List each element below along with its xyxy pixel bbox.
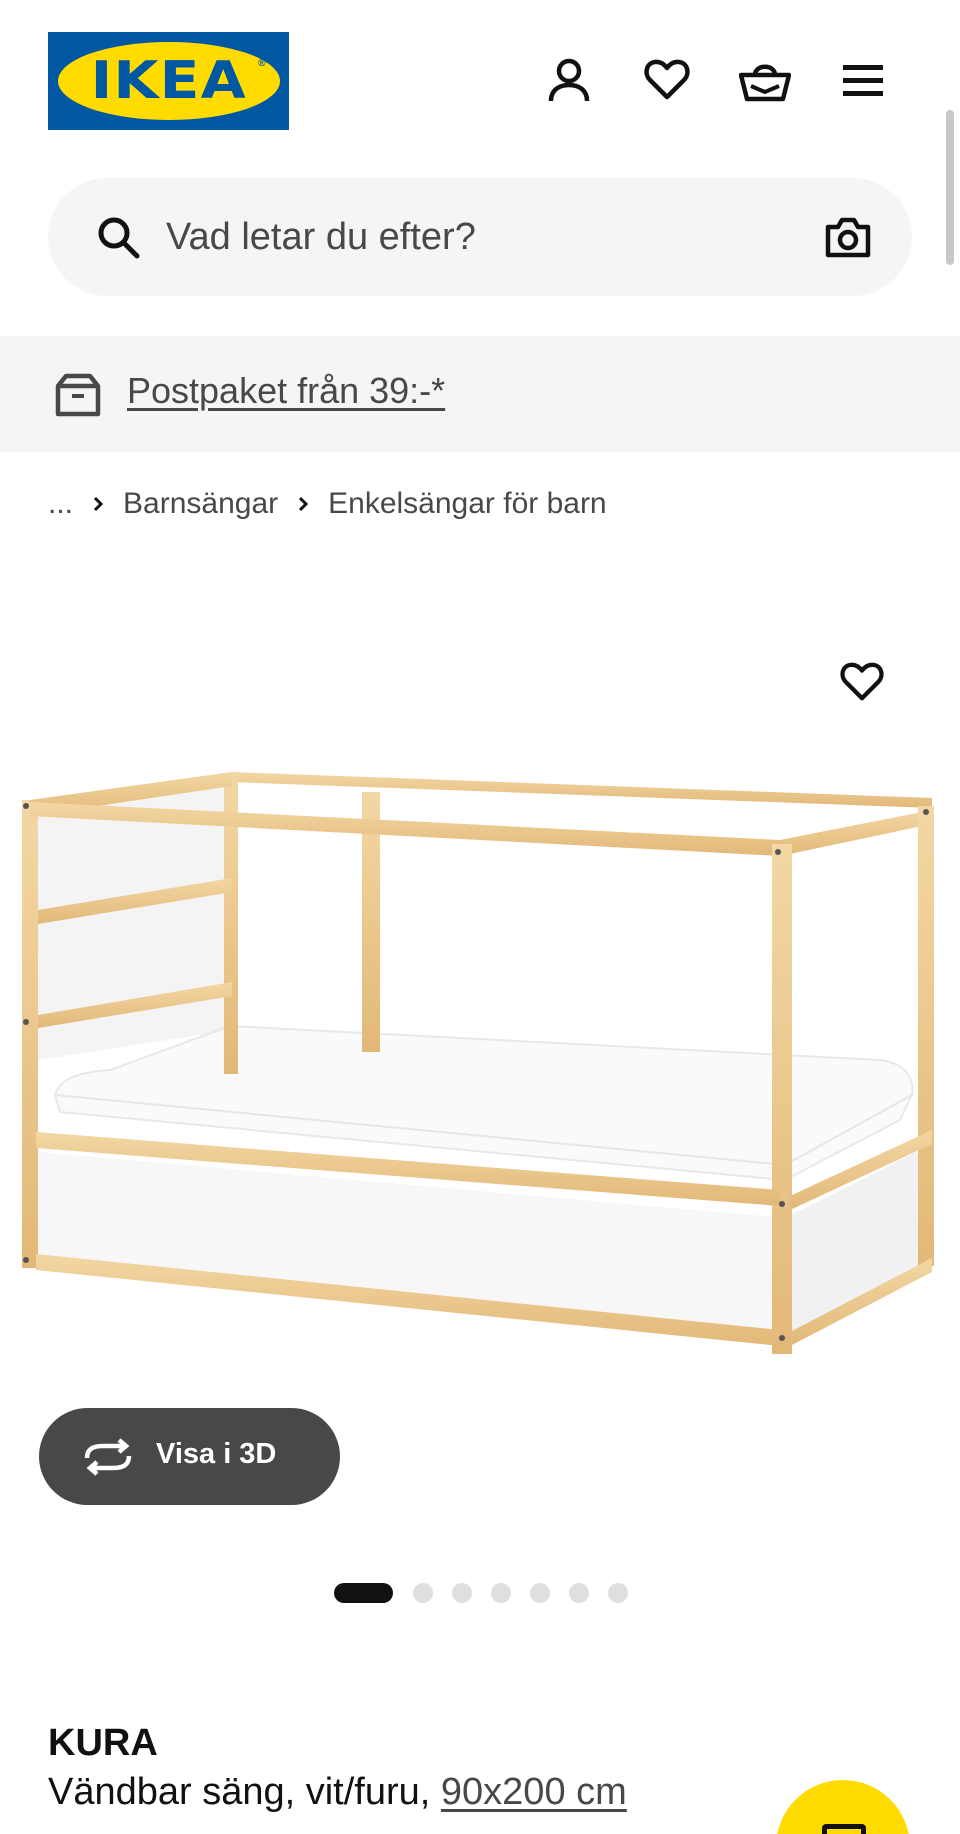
- menu-button[interactable]: [835, 52, 891, 108]
- camera-icon[interactable]: [824, 215, 872, 259]
- carousel-dot-1[interactable]: [334, 1583, 393, 1603]
- ikea-logo[interactable]: IKEA ®: [48, 32, 289, 130]
- chat-icon: [822, 1824, 866, 1834]
- product-page: IKEA ® Vad letar du efter? Postpaket frå…: [0, 0, 960, 1834]
- favorites-button[interactable]: [639, 52, 695, 108]
- rotate-icon: [84, 1438, 132, 1476]
- view-3d-label: Visa i 3D: [156, 1438, 277, 1470]
- carousel-dot-2[interactable]: [413, 1583, 433, 1603]
- carousel-dot-5[interactable]: [530, 1583, 550, 1603]
- logo-oval: IKEA ®: [57, 42, 280, 120]
- product-description-text: Vändbar säng, vit/furu,: [48, 1771, 441, 1813]
- user-icon: [548, 58, 590, 102]
- menu-icon: [843, 65, 883, 96]
- parcel-icon: [55, 373, 101, 417]
- promo-banner: Postpaket från 39:-*: [0, 336, 960, 452]
- heart-icon: [644, 59, 690, 100]
- basket-icon: [739, 64, 791, 102]
- logo-registered-mark: ®: [258, 58, 266, 69]
- heart-icon: [840, 662, 884, 701]
- product-image[interactable]: [0, 760, 960, 1410]
- carousel-dot-3[interactable]: [452, 1583, 472, 1603]
- carousel-dot-7[interactable]: [608, 1583, 628, 1603]
- account-button[interactable]: [541, 52, 597, 108]
- basket-button[interactable]: [737, 52, 793, 108]
- view-3d-button[interactable]: Visa i 3D: [39, 1408, 340, 1505]
- product-size-link[interactable]: 90x200 cm: [441, 1771, 627, 1813]
- add-to-favorites-button[interactable]: [834, 654, 890, 710]
- chevron-right-icon: [73, 495, 123, 513]
- breadcrumb-enkelsangar[interactable]: Enkelsängar för barn: [328, 487, 607, 521]
- scrollbar[interactable]: [946, 110, 954, 265]
- chevron-right-icon: [278, 495, 328, 513]
- breadcrumb: ... Barnsängar Enkelsängar för barn: [48, 484, 607, 524]
- promo-link[interactable]: Postpaket från 39:-*: [127, 370, 445, 412]
- search-bar[interactable]: [48, 178, 912, 296]
- chat-button[interactable]: [776, 1780, 910, 1834]
- breadcrumb-barnsangar[interactable]: Barnsängar: [123, 487, 278, 521]
- product-name: KURA: [48, 1722, 158, 1764]
- product-description: Vändbar säng, vit/furu, 90x200 cm: [48, 1771, 627, 1814]
- carousel-dot-6[interactable]: [569, 1583, 589, 1603]
- search-input[interactable]: [166, 204, 726, 270]
- carousel-dot-4[interactable]: [491, 1583, 511, 1603]
- logo-text: IKEA: [90, 51, 247, 111]
- carousel-indicator: [334, 1583, 647, 1603]
- search-icon: [98, 217, 140, 259]
- breadcrumb-more[interactable]: ...: [48, 487, 73, 521]
